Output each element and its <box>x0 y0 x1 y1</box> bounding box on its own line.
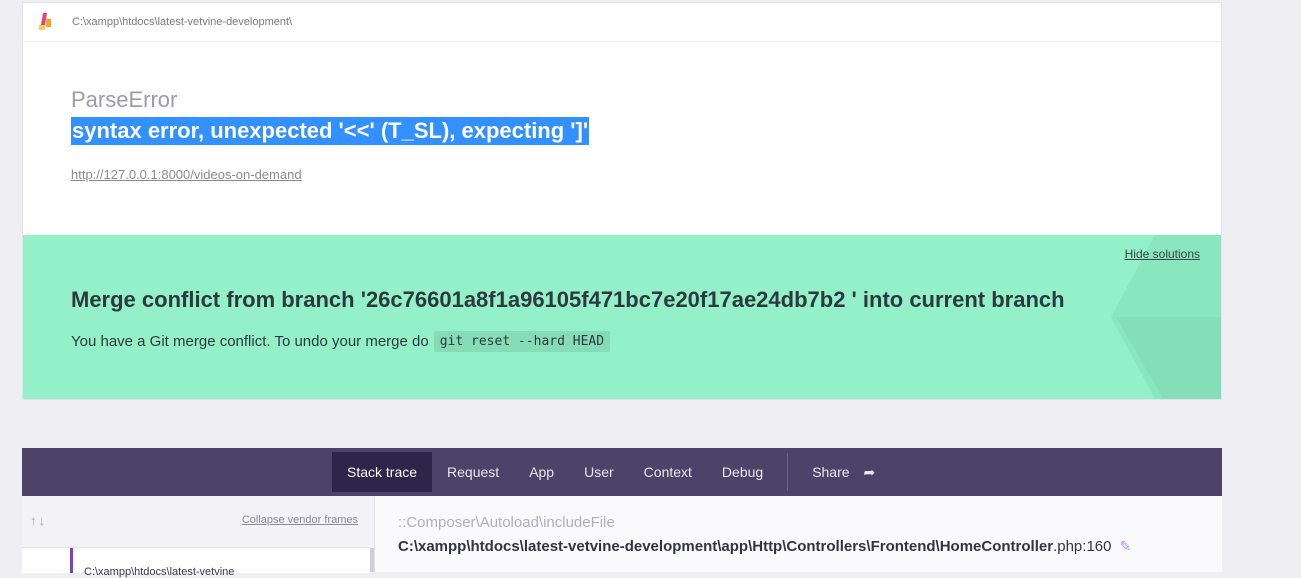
top-bar: C:\xampp\htdocs\latest-vetvine-developme… <box>23 3 1221 42</box>
tab-bar: Stack trace Request App User Context Deb… <box>22 448 1222 496</box>
solution-title: Merge conflict from branch '26c76601a8f1… <box>71 287 1065 312</box>
request-url-link[interactable]: http://127.0.0.1:8000/videos-on-demand <box>71 167 589 182</box>
ignition-logo-icon <box>37 13 55 31</box>
frame-file: C:\xampp\htdocs\latest-vetvine-developme… <box>398 538 1131 555</box>
edit-pencil-icon[interactable]: ✎ <box>1119 538 1131 555</box>
frames-scrollbar[interactable] <box>370 548 374 572</box>
tab-divider <box>787 453 789 491</box>
tab-stack-trace[interactable]: Stack trace <box>332 452 433 492</box>
frame-namespace: ::Composer\Autoload\includeFile <box>398 514 615 531</box>
share-label: Share <box>812 464 850 480</box>
share-arrow-icon: ➦ <box>863 464 876 480</box>
error-card: C:\xampp\htdocs\latest-vetvine-developme… <box>22 2 1222 400</box>
error-type: ParseError <box>71 87 178 112</box>
frame-file-line: .php:160 <box>1053 538 1112 555</box>
tab-context[interactable]: Context <box>629 452 707 492</box>
collapse-vendor-frames-link[interactable]: Collapse vendor frames <box>242 514 358 526</box>
error-message[interactable]: syntax error, unexpected '<<' (T_SL), ex… <box>71 117 590 145</box>
solution-description: You have a Git merge conflict. To undo y… <box>71 331 611 352</box>
frame-navigation-arrows-icon[interactable]: ↑↓ <box>30 513 47 528</box>
project-path: C:\xampp\htdocs\latest-vetvine-developme… <box>72 16 293 28</box>
selected-frame-indicator <box>70 548 73 573</box>
tab-user[interactable]: User <box>569 452 629 492</box>
stack-trace-panel: ↑↓ Collapse vendor frames C:\xampp\htdoc… <box>22 496 1222 578</box>
solution-decoration-lower <box>1116 317 1221 399</box>
frame-file-path: C:\xampp\htdocs\latest-vetvine-developme… <box>398 538 1054 555</box>
solution-command-code: git reset --hard HEAD <box>433 331 611 352</box>
frame-list-item[interactable]: C:\xampp\htdocs\latest-vetvine <box>22 547 370 578</box>
frame-path: C:\xampp\htdocs\latest-vetvine <box>84 566 235 578</box>
tab-app[interactable]: App <box>514 452 569 492</box>
tab-request[interactable]: Request <box>432 452 514 492</box>
hide-solutions-link[interactable]: Hide solutions <box>1125 247 1200 261</box>
solution-description-text: You have a Git merge conflict. To undo y… <box>71 333 429 350</box>
solution-panel: Hide solutions Merge conflict from branc… <box>23 235 1221 399</box>
frames-list: ↑↓ Collapse vendor frames C:\xampp\htdoc… <box>22 496 375 578</box>
error-summary: ParseError syntax error, unexpected '<<'… <box>71 87 590 182</box>
tab-debug[interactable]: Debug <box>707 452 778 492</box>
tab-share[interactable]: Share ➦ <box>797 452 890 492</box>
tab-list: Stack trace Request App User Context Deb… <box>332 452 890 492</box>
